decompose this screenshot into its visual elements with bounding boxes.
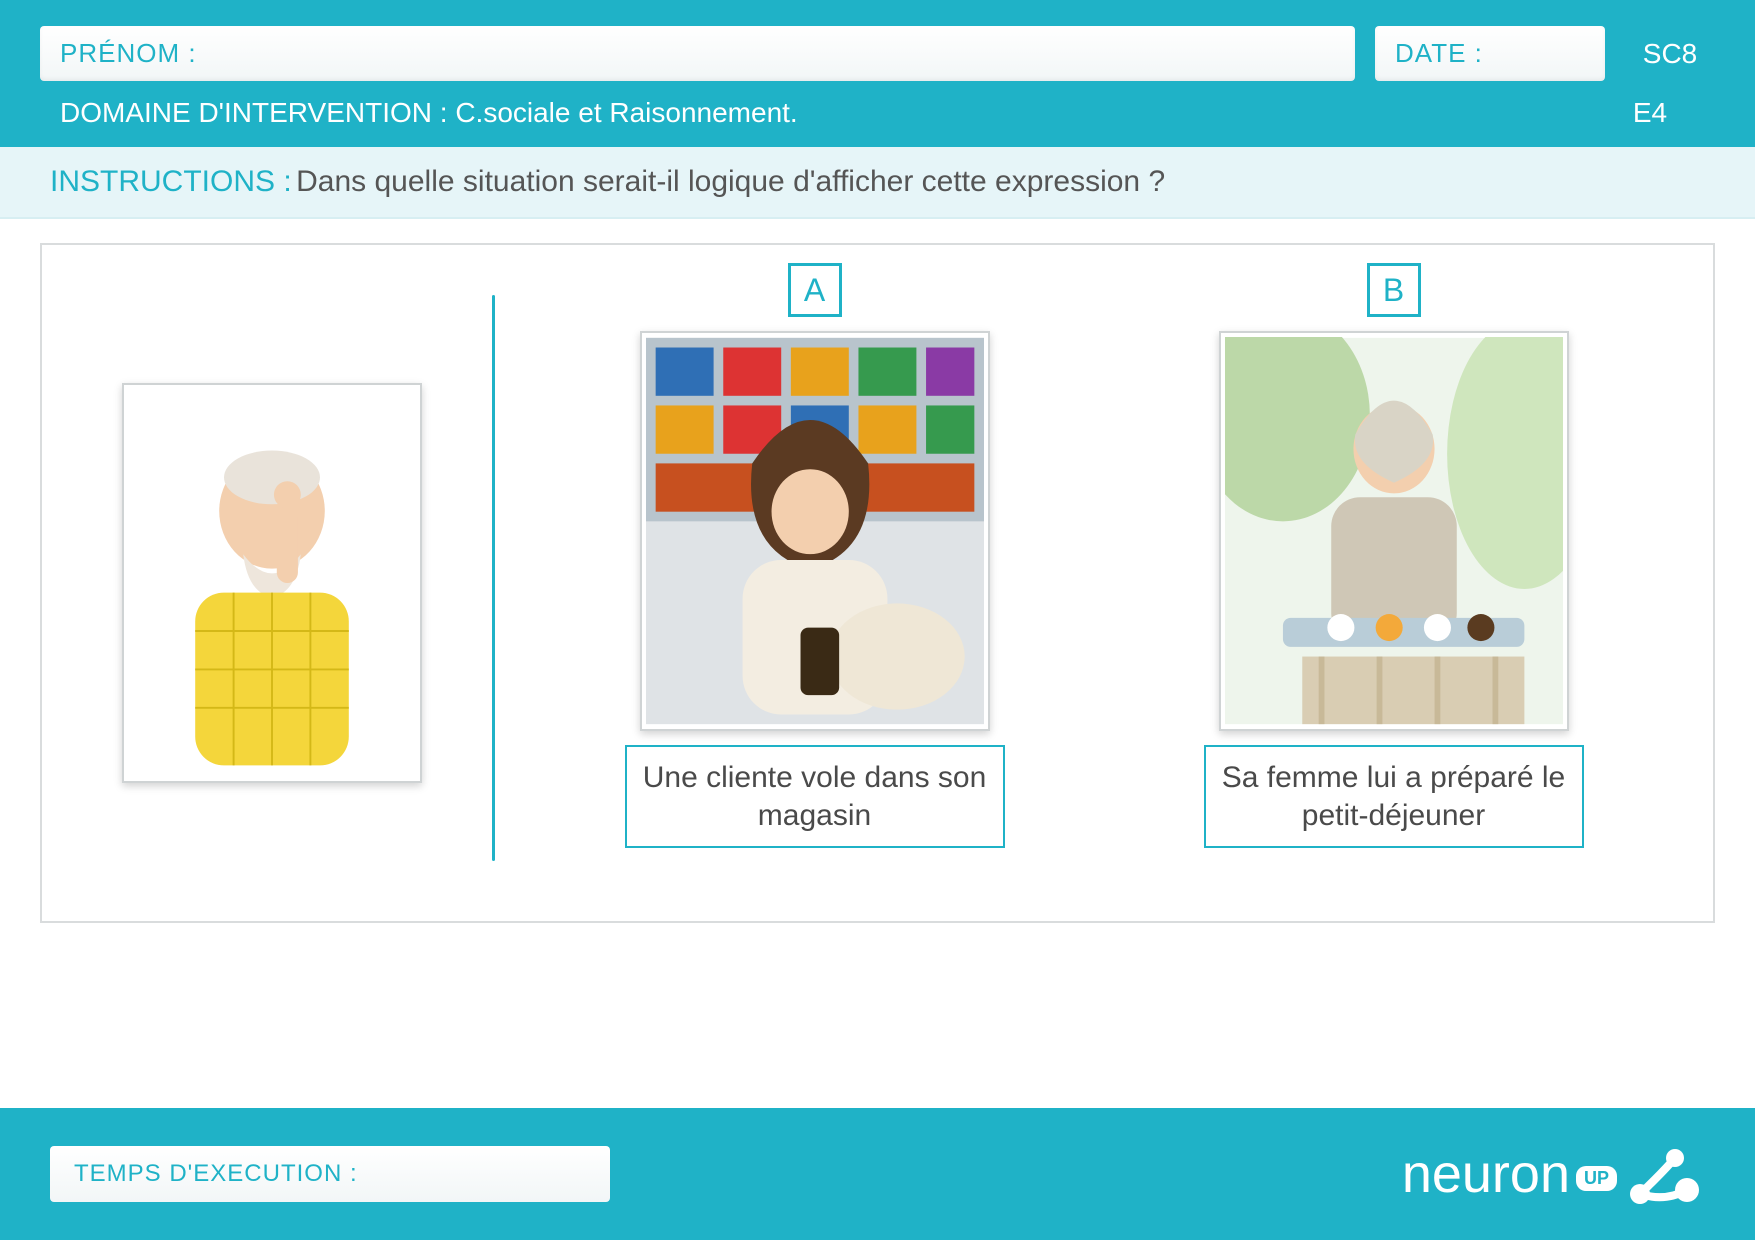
prenom-field[interactable]: PRÉNOM : xyxy=(40,26,1355,81)
option-a[interactable]: A xyxy=(555,263,1074,921)
sheet-code: SC8 xyxy=(1625,26,1715,81)
level-code: E4 xyxy=(1605,97,1695,129)
expression-illustration-icon xyxy=(128,389,416,777)
exercise-area: A xyxy=(0,219,1755,923)
header-band: PRÉNOM : DATE : SC8 DOMAINE D'INTERVENTI… xyxy=(0,0,1755,147)
option-b[interactable]: B xyxy=(1134,263,1653,921)
expression-photo xyxy=(122,383,422,783)
instructions-label: INSTRUCTIONS : xyxy=(50,165,292,198)
execution-time-field[interactable]: TEMPS D'EXECUTION : xyxy=(50,1146,610,1202)
option-b-illustration-icon xyxy=(1225,337,1563,725)
exercise-frame: A xyxy=(40,243,1715,923)
brand-logo: neuron UP xyxy=(1402,1143,1705,1205)
options-row: A xyxy=(535,245,1713,921)
option-b-letter: B xyxy=(1367,263,1421,317)
header-row-inputs: PRÉNOM : DATE : SC8 xyxy=(40,26,1715,81)
date-field[interactable]: DATE : xyxy=(1375,26,1605,81)
domain-line: DOMAINE D'INTERVENTION : C.sociale et Ra… xyxy=(60,97,1605,129)
brand-badge: UP xyxy=(1576,1166,1617,1191)
header-row-domain: DOMAINE D'INTERVENTION : C.sociale et Ra… xyxy=(40,81,1715,129)
option-a-photo xyxy=(640,331,990,731)
brand-name: neuron xyxy=(1402,1143,1570,1205)
domain-value: C.sociale et Raisonnement. xyxy=(455,97,797,128)
option-b-photo xyxy=(1219,331,1569,731)
option-b-caption: Sa femme lui a préparé le petit-déjeuner xyxy=(1204,745,1584,848)
vertical-divider xyxy=(492,295,495,861)
instructions-band: INSTRUCTIONS : Dans quelle situation ser… xyxy=(0,147,1755,219)
option-a-illustration-icon xyxy=(646,337,984,725)
instructions-text: Dans quelle situation serait-il logique … xyxy=(296,165,1165,198)
domain-label: DOMAINE D'INTERVENTION : xyxy=(60,97,448,128)
option-a-letter: A xyxy=(788,263,842,317)
expression-column xyxy=(72,245,472,921)
brand-mark-icon xyxy=(1625,1146,1705,1206)
footer-band: TEMPS D'EXECUTION : neuron UP xyxy=(0,1108,1755,1240)
option-a-caption: Une cliente vole dans son magasin xyxy=(625,745,1005,848)
